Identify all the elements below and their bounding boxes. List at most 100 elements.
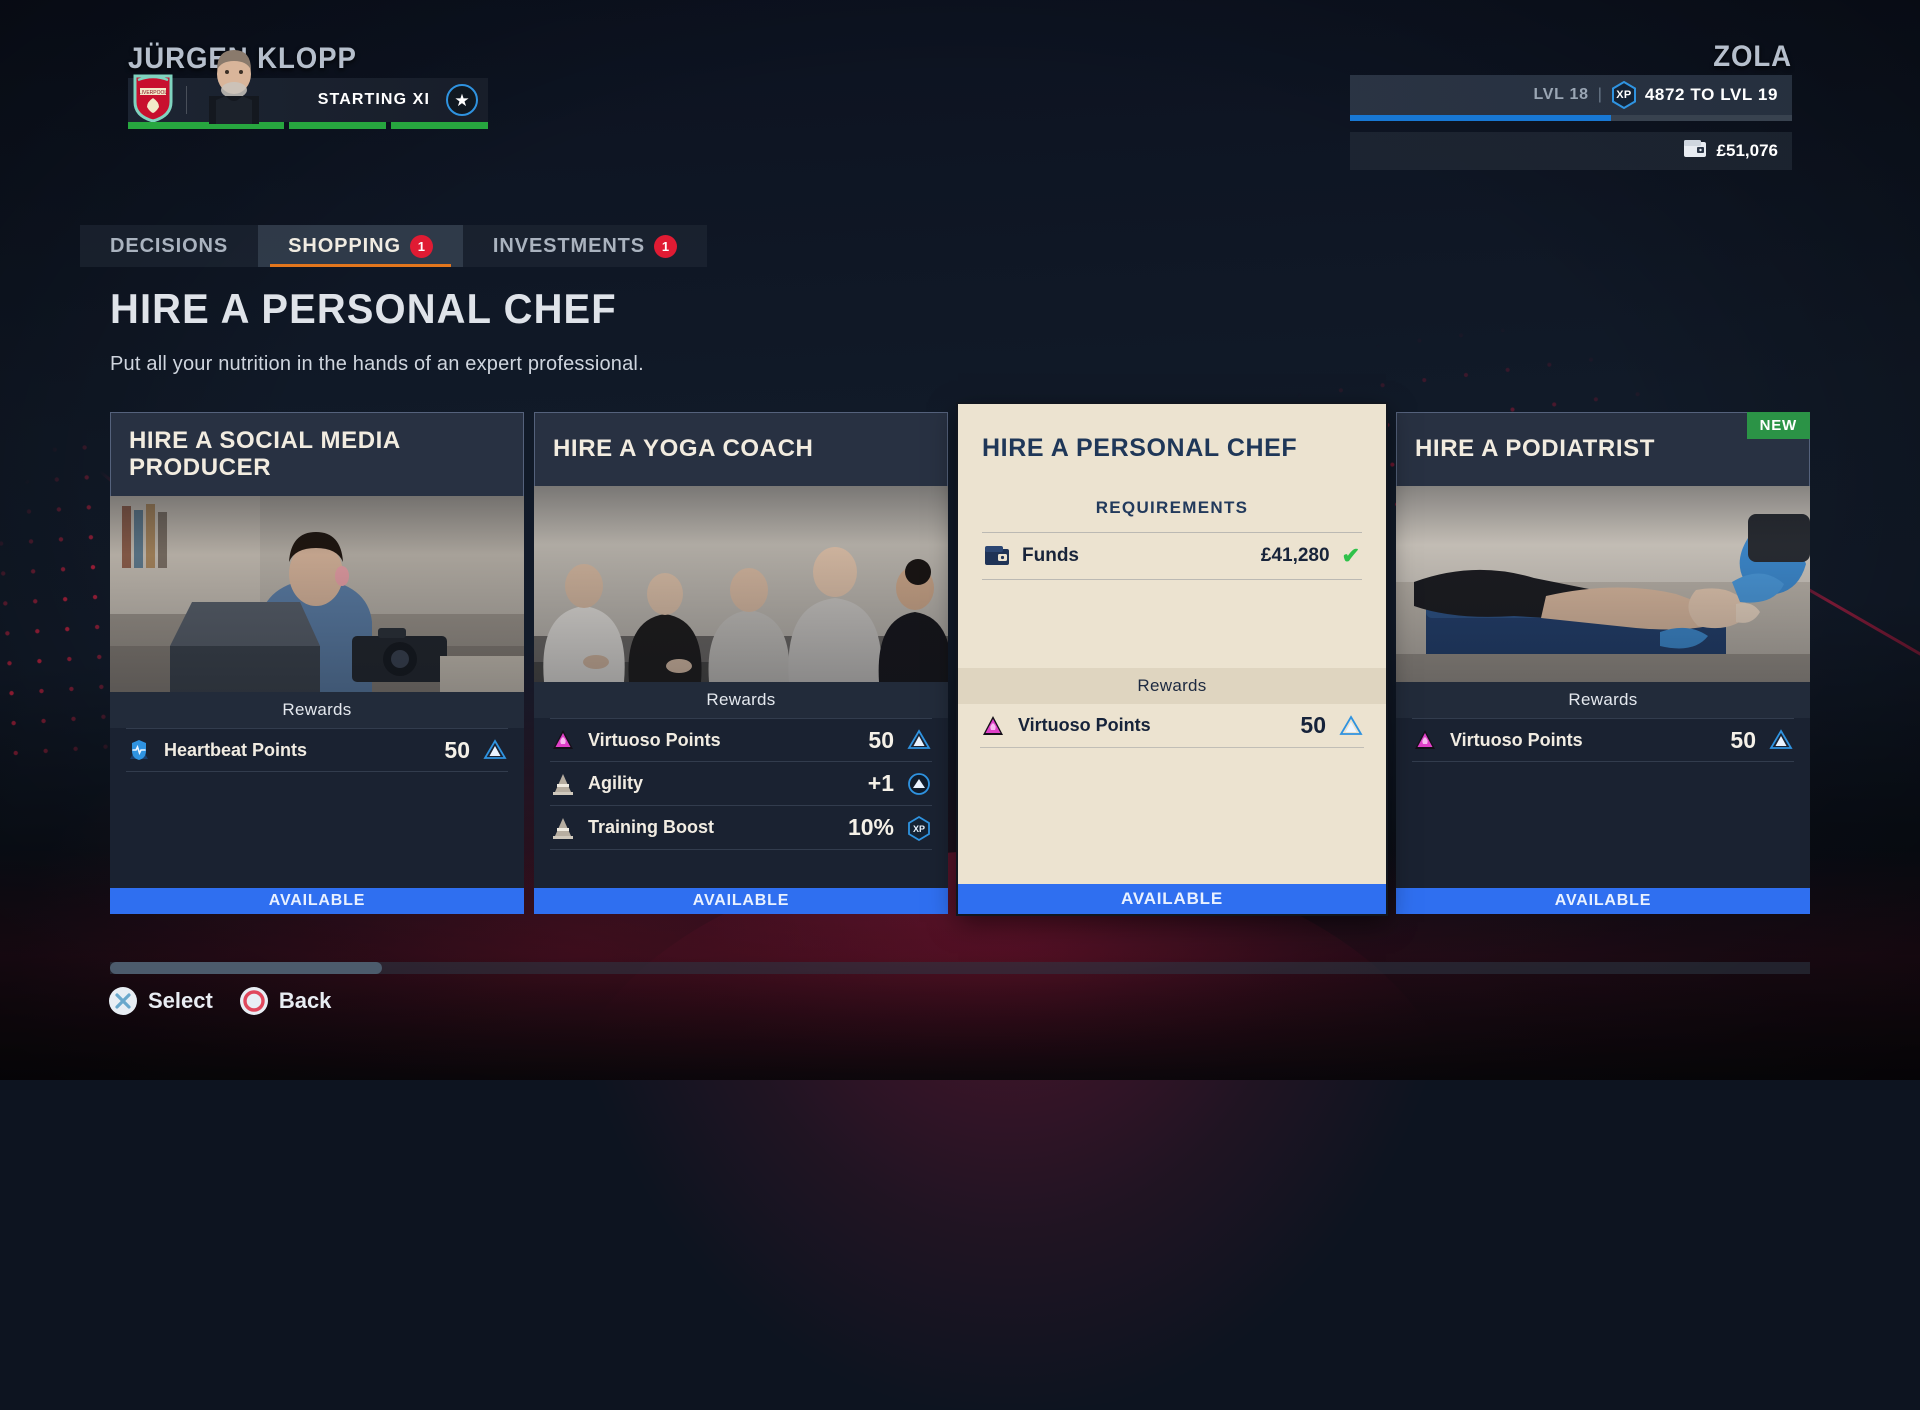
reward-row: Training Boost 10% XP	[550, 806, 932, 850]
requirement-row: Funds £41,280 ✔	[982, 532, 1362, 580]
tab-label: SHOPPING	[288, 234, 401, 257]
card-title: HIRE A PODIATRIST	[1415, 435, 1655, 463]
card-status-badge: AVAILABLE	[110, 888, 524, 914]
blue-triangle-icon	[1768, 727, 1794, 753]
horizontal-scrollbar[interactable]	[110, 962, 1810, 974]
card-status-badge: AVAILABLE	[534, 888, 948, 914]
scrollbar-thumb[interactable]	[110, 962, 382, 974]
reward-value: 50	[444, 736, 470, 763]
reward-row: Virtuoso Points 50	[550, 718, 932, 762]
rewards-list: Virtuoso Points 50 Agility +1 Training B…	[534, 718, 948, 888]
manager-form-segments	[128, 122, 488, 129]
tab-label: DECISIONS	[110, 234, 229, 257]
page-title: HIRE A PERSONAL CHEF	[110, 285, 617, 332]
person-with-laptop-and-camera-photo	[110, 496, 524, 692]
page-subtitle: Put all your nutrition in the hands of a…	[110, 353, 644, 375]
rewards-heading: Rewards	[110, 692, 524, 728]
tab-label: INVESTMENTS	[492, 234, 646, 257]
reward-row: Agility +1	[550, 762, 932, 806]
blue-triangle-icon	[482, 737, 508, 763]
manager-name: JÜRGEN KLOPP	[128, 42, 357, 75]
reward-row: Heartbeat Points 50	[126, 728, 508, 772]
funds-amount: £51,076	[1716, 141, 1778, 160]
tab-investments[interactable]: INVESTMENTS 1	[463, 225, 707, 267]
xp-hex-icon: XP	[906, 815, 932, 841]
hint-label: Select	[148, 988, 213, 1013]
tab-shopping[interactable]: SHOPPING 1	[258, 225, 463, 267]
new-badge: NEW	[1746, 412, 1810, 439]
reward-name: Virtuoso Points	[588, 729, 721, 750]
tab-bar: DECISIONS SHOPPING 1 INVESTMENTS 1	[80, 225, 708, 267]
training-cone-icon	[550, 771, 576, 797]
requirements-heading: REQUIREMENTS	[1095, 498, 1249, 517]
reward-value: 50	[868, 726, 894, 753]
separator: |	[1597, 86, 1602, 103]
virtuoso-triangle-icon	[550, 727, 576, 753]
squad-label: STARTING XI	[317, 91, 430, 108]
blue-triangle-icon	[906, 727, 932, 753]
shopping-card-podiatrist[interactable]: HIRE A PODIATRIST NEW Rewards Virtuoso P…	[1396, 412, 1810, 914]
blue-triangle-icon	[1338, 713, 1364, 739]
requirements-panel: REQUIREMENTS Funds £41,280 ✔	[958, 472, 1386, 668]
svg-text:XP: XP	[913, 824, 925, 834]
player-name: ZOLA	[1713, 40, 1792, 73]
tab-decisions[interactable]: DECISIONS	[80, 225, 258, 267]
card-title: HIRE A PERSONAL CHEF	[982, 433, 1298, 462]
requirement-value: £41,280	[1260, 545, 1330, 566]
hint-back[interactable]: Back	[239, 986, 332, 1016]
reward-name: Agility	[588, 773, 644, 793]
manager-portrait	[196, 44, 272, 124]
card-header: HIRE A PERSONAL CHEF	[958, 404, 1386, 472]
photo-overlay	[1396, 486, 1810, 682]
reward-name: Virtuoso Points	[1450, 729, 1583, 750]
card-status-badge: AVAILABLE	[1396, 888, 1810, 914]
training-cone-icon	[550, 815, 576, 841]
rewards-list: Virtuoso Points 50	[1396, 718, 1810, 888]
rewards-list: Heartbeat Points 50	[110, 728, 524, 888]
funds-row: £51,076	[1350, 132, 1792, 170]
rewards-heading: Rewards	[534, 682, 948, 718]
check-icon: ✔	[1341, 543, 1360, 568]
hint-label: Back	[278, 988, 332, 1013]
card-header: HIRE A YOGA COACH	[534, 412, 948, 486]
rewards-heading: Rewards	[958, 668, 1386, 704]
card-status-badge: AVAILABLE	[958, 884, 1386, 914]
shopping-card-yoga-coach[interactable]: HIRE A YOGA COACH Rewards Virtuoso Point…	[534, 412, 948, 914]
yoga-class-meditation-photo	[534, 486, 948, 682]
tab-badge: 1	[654, 234, 678, 258]
card-header: HIRE A PODIATRIST NEW	[1396, 412, 1810, 486]
reward-row: Virtuoso Points 50	[980, 704, 1364, 748]
photo-overlay	[534, 486, 948, 682]
xp-hex-icon: XP	[1611, 81, 1637, 109]
shopping-card-social-media-producer[interactable]: HIRE A SOCIAL MEDIA PRODUCER Rewards Hea…	[110, 412, 524, 914]
svg-text:LIVERPOOL: LIVERPOOL	[139, 90, 168, 96]
reward-name: Training Boost	[588, 817, 714, 837]
heartbeat-shield-icon	[126, 737, 152, 763]
card-title: HIRE A YOGA COACH	[553, 435, 814, 463]
shopping-card-personal-chef[interactable]: HIRE A PERSONAL CHEF REQUIREMENTS Funds …	[958, 404, 1386, 914]
reward-value: 50	[1300, 712, 1326, 738]
rewards-list: Virtuoso Points 50	[958, 704, 1386, 884]
blue-up-arrow-icon	[906, 771, 932, 797]
virtuoso-triangle-icon	[1412, 727, 1438, 753]
xp-progress-fill	[1350, 115, 1611, 121]
reward-value: 10%	[847, 814, 894, 840]
reward-value: +1	[867, 770, 894, 796]
xp-icon-label: XP	[1616, 89, 1632, 101]
reward-value: 50	[1730, 726, 1756, 753]
manager-bar[interactable]: LIVERPOOL STARTING XI ★	[128, 50, 488, 124]
rewards-heading: Rewards	[1396, 682, 1810, 718]
hint-select[interactable]: Select	[108, 986, 213, 1016]
form-segment	[288, 122, 386, 129]
card-header: HIRE A SOCIAL MEDIA PRODUCER	[110, 412, 524, 496]
form-segment	[390, 122, 488, 129]
player-header: ZOLA LVL 18 | XP 4872 TO LVL 19 £51,076	[1350, 40, 1792, 170]
tab-badge: 1	[409, 234, 433, 258]
star-icon[interactable]: ★	[446, 84, 478, 116]
podiatrist-treating-foot-photo	[1396, 486, 1810, 682]
virtuoso-triangle-icon	[980, 713, 1006, 739]
card-title: HIRE A SOCIAL MEDIA PRODUCER	[129, 427, 400, 481]
cross-button-icon	[108, 986, 138, 1016]
photo-overlay	[110, 496, 524, 692]
manager-header: JÜRGEN KLOPP LIVERPOOL STARTING XI ★	[128, 42, 500, 129]
